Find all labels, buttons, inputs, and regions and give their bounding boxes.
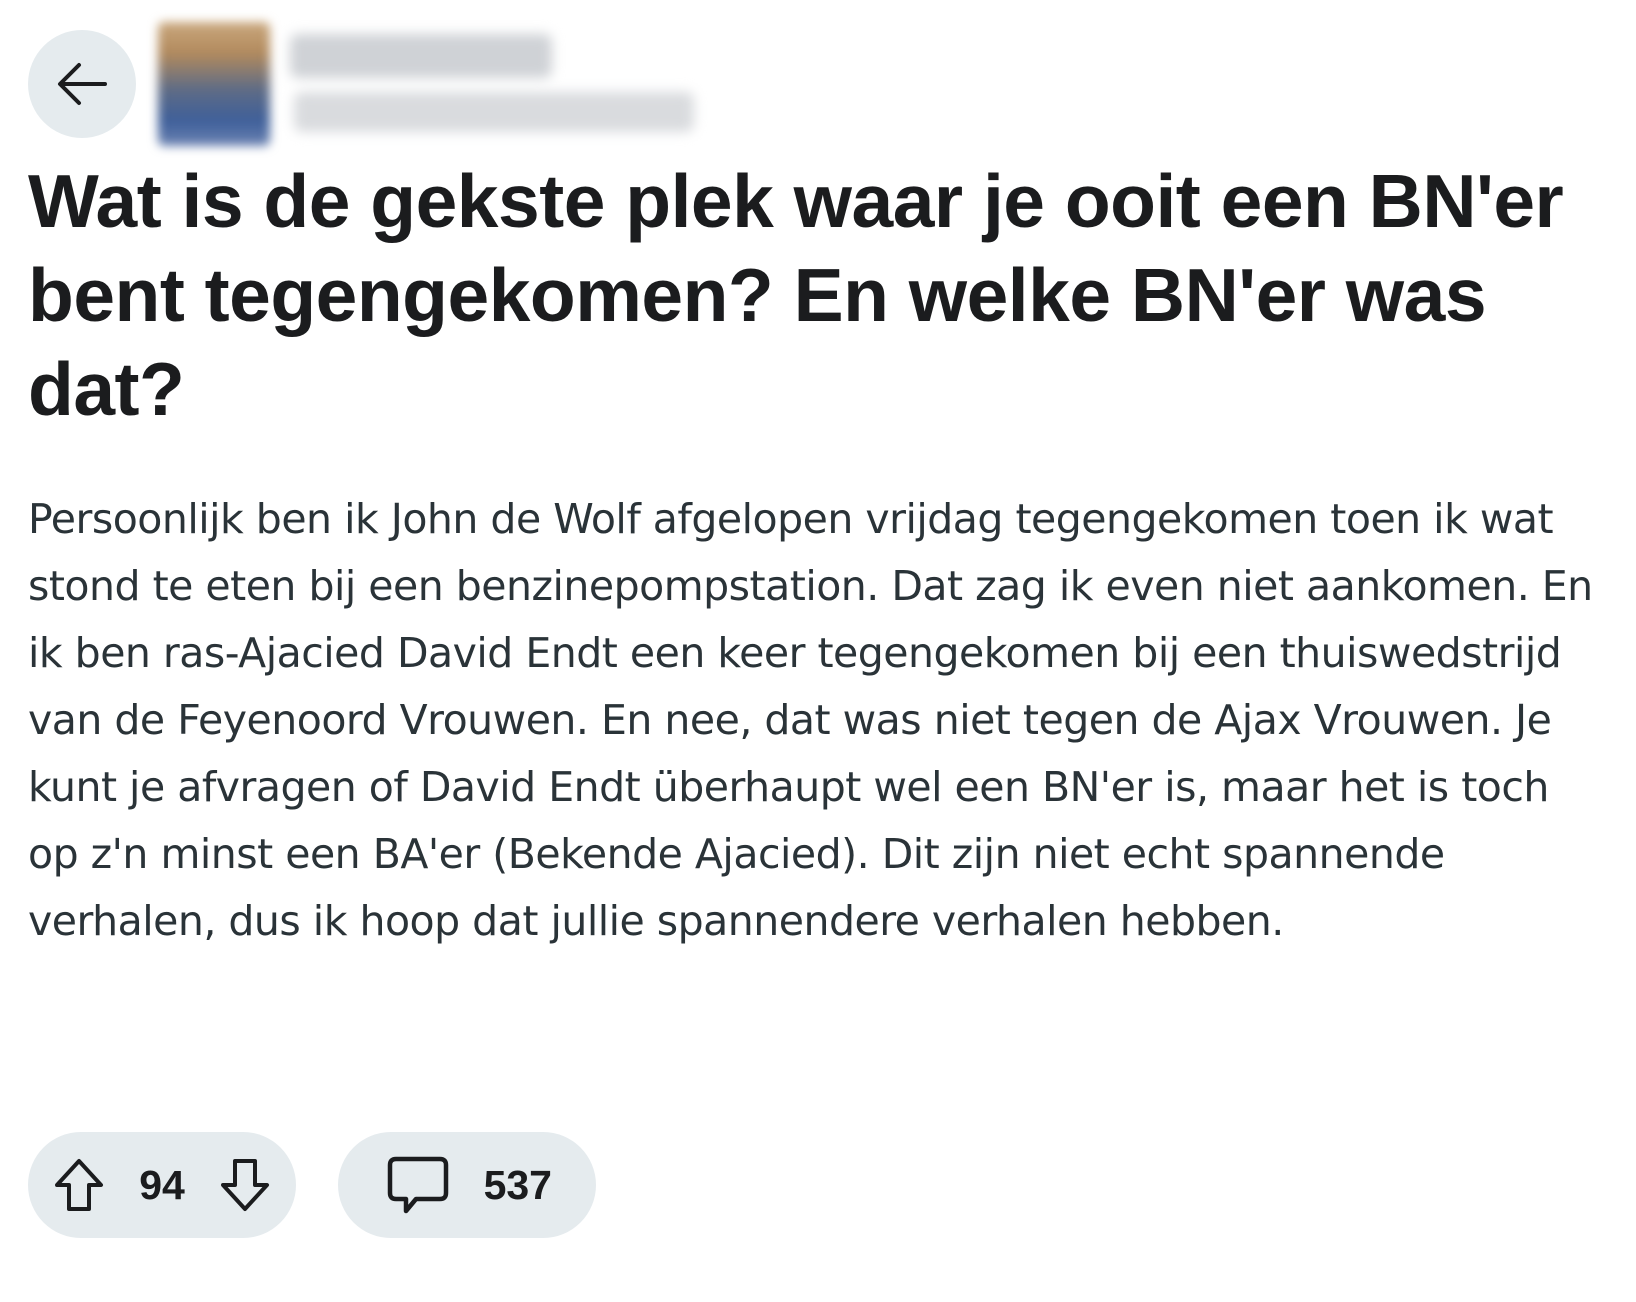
- post-title: Wat is de gekste plek waar je ooit een B…: [28, 159, 1564, 431]
- vote-count: 94: [139, 1161, 185, 1208]
- downvote-button[interactable]: [220, 1158, 270, 1212]
- arrow-up-icon: [55, 1159, 103, 1211]
- arrow-down-icon: [220, 1159, 269, 1211]
- vote-bar: 94: [28, 1132, 296, 1238]
- user-avatar[interactable]: [158, 22, 270, 146]
- post-actions: 94 537: [28, 1132, 596, 1238]
- back-button[interactable]: [28, 30, 136, 138]
- arrow-left-icon: [58, 63, 107, 105]
- upvote-button[interactable]: [54, 1158, 104, 1212]
- post-header: [28, 22, 1608, 152]
- comments-button[interactable]: 537: [338, 1132, 596, 1238]
- post-meta-redacted: [294, 92, 694, 132]
- post-body: Persoonlijk ben ik John de Wolf afgelope…: [28, 495, 1593, 945]
- username-redacted[interactable]: [290, 34, 552, 78]
- comment-count: 537: [483, 1161, 552, 1208]
- speech-bubble-icon: [387, 1156, 449, 1214]
